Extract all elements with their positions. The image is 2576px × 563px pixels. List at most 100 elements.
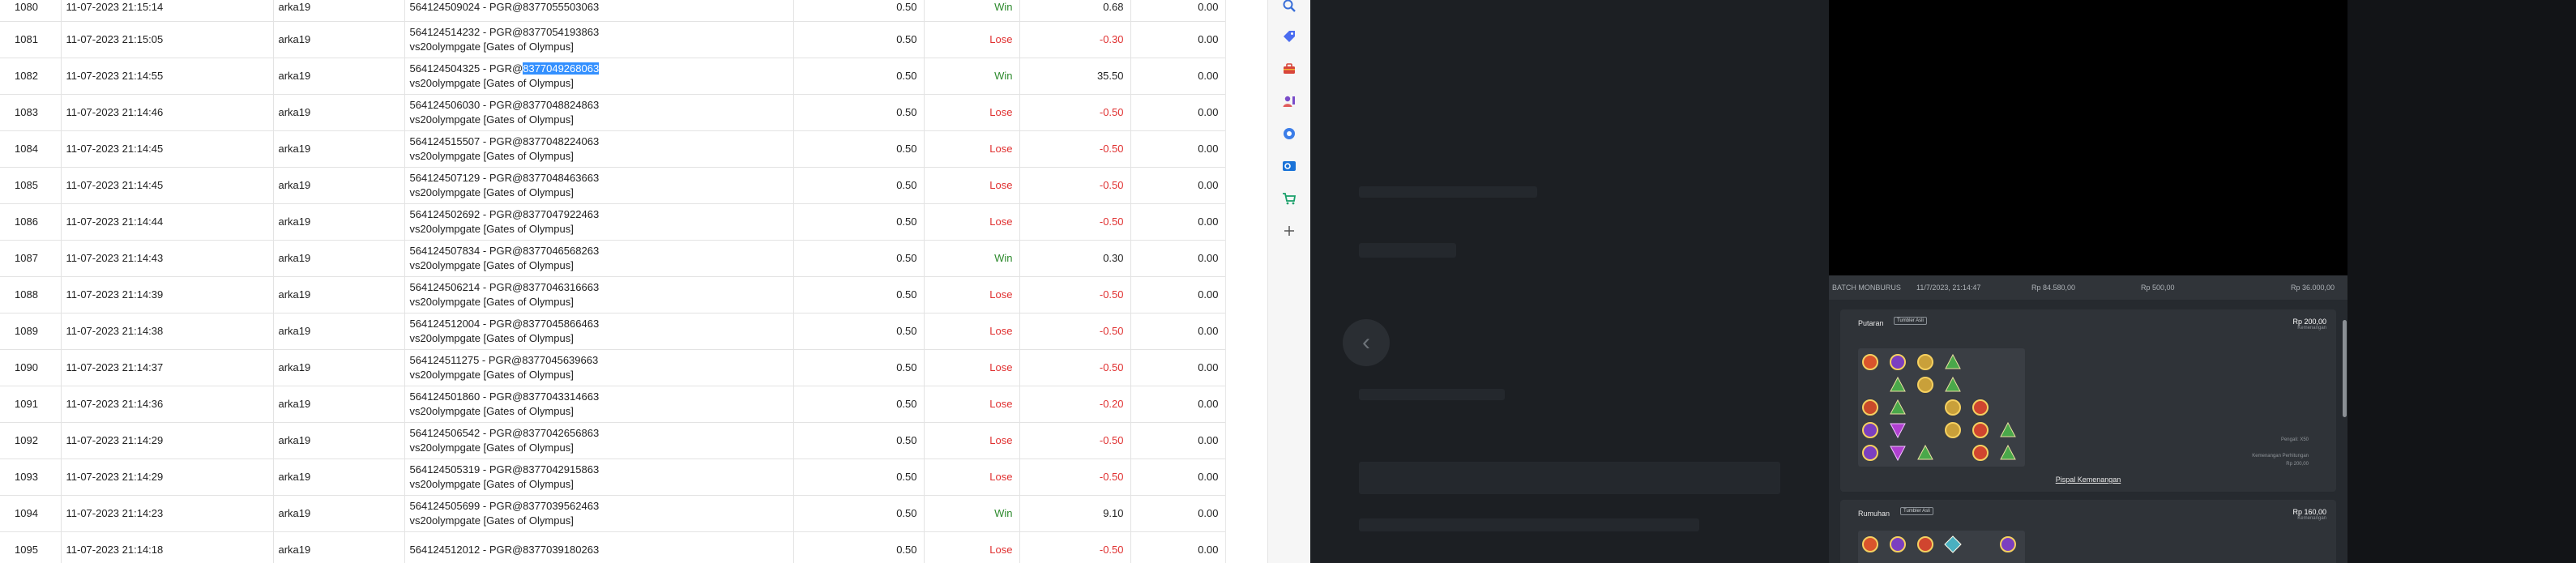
row-extra: 0.00	[1130, 459, 1225, 496]
game-name: vs20olympgate [Gates of Olympus]	[409, 186, 574, 198]
slot-symbol-icon	[1861, 421, 1879, 439]
search-icon[interactable]	[1280, 0, 1298, 15]
slot-symbol-icon	[1972, 421, 1989, 439]
row-win-amount: 0.30	[1019, 240, 1131, 277]
row-result: Lose	[924, 422, 1020, 459]
toolbox-icon[interactable]	[1280, 60, 1298, 78]
row-win-amount: -0.20	[1019, 386, 1131, 423]
row-result: Lose	[924, 349, 1020, 386]
slot-symbol-icon	[1861, 399, 1879, 416]
person-icon[interactable]	[1280, 92, 1298, 110]
row-number: 1086	[0, 203, 62, 241]
row-datetime: 11-07-2023 21:14:45	[61, 130, 274, 168]
row-bet: 0.50	[793, 349, 925, 386]
row-win-amount: -0.50	[1019, 94, 1131, 131]
row-number: 1082	[0, 58, 62, 95]
slot-symbol-icon	[1861, 353, 1879, 371]
slot-symbol-icon	[1944, 376, 1962, 394]
symbol-grid	[1858, 531, 2025, 563]
transaction-id-prefix: 564124504325 - PGR@	[409, 62, 523, 75]
gear-icon[interactable]	[1280, 125, 1298, 143]
row-number: 1080	[0, 0, 62, 22]
game-name: vs20olympgate [Gates of Olympus]	[409, 332, 574, 344]
row-extra: 0.00	[1130, 130, 1225, 168]
row-transaction: 564124506542 - PGR@8377042656863 vs20olym…	[404, 422, 794, 459]
row-datetime: 11-07-2023 21:14:39	[61, 276, 274, 313]
row-result: Lose	[924, 167, 1020, 204]
selected-text[interactable]: 8377049268063	[523, 62, 600, 75]
bet-history-table-pane: 1080 11-07-2023 21:15:14 arka19 56412450902…	[0, 0, 1225, 563]
row-username: arka19	[273, 240, 405, 277]
table-row: 1086 11-07-2023 21:14:44 arka19 56412450269…	[0, 203, 1225, 241]
game-replay-area	[1829, 0, 2347, 275]
row-result: Lose	[924, 313, 1020, 350]
slot-symbol-icon	[1944, 421, 1962, 439]
tumble-card: Rumuhan Tumbler Asli Rp 160,00 Kemenangan	[1840, 500, 2336, 563]
row-extra: 0.00	[1130, 386, 1225, 423]
tumble-card-title: Rumuhan	[1858, 510, 1890, 518]
row-number: 1081	[0, 21, 62, 58]
slot-symbol-icon	[1889, 376, 1907, 394]
game-name: vs20olympgate [Gates of Olympus]	[409, 223, 574, 235]
row-result: Lose	[924, 459, 1020, 496]
table-row: 1087 11-07-2023 21:14:43 arka19 56412450783…	[0, 240, 1225, 277]
show-winnings-link[interactable]: Pispal Kemenangan	[1840, 476, 2336, 484]
row-transaction: 564124505699 - PGR@8377039562463 vs20olym…	[404, 495, 794, 532]
transaction-id: 564124501860 - PGR@8377043314663	[409, 390, 600, 403]
row-result: Win	[924, 495, 1020, 532]
row-bet: 0.50	[793, 313, 925, 350]
table-row: 1081 11-07-2023 21:15:05 arka19 56412451423…	[0, 21, 1225, 58]
cart-icon[interactable]	[1280, 190, 1298, 207]
row-bet: 0.50	[793, 531, 925, 563]
row-datetime: 11-07-2023 21:14:43	[61, 240, 274, 277]
row-bet: 0.50	[793, 386, 925, 423]
row-datetime: 11-07-2023 21:14:37	[61, 349, 274, 386]
row-extra: 0.00	[1130, 531, 1225, 563]
row-win-amount: -0.50	[1019, 459, 1131, 496]
slot-symbol-icon	[1889, 444, 1907, 462]
row-extra: 0.00	[1130, 94, 1225, 131]
win-calc-note: Kemenangan Perhitungan	[2252, 454, 2309, 459]
table-row: 1083 11-07-2023 21:14:46 arka19 56412450603…	[0, 94, 1225, 131]
row-result: Win	[924, 0, 1020, 22]
row-win-amount: -0.50	[1019, 167, 1131, 204]
game-name: vs20olympgate [Gates of Olympus]	[409, 77, 574, 89]
game-name: vs20olympgate [Gates of Olympus]	[409, 441, 574, 454]
row-bet: 0.50	[793, 495, 925, 532]
game-name: vs20olympgate [Gates of Olympus]	[409, 259, 574, 271]
transaction-id: 564124509024 - PGR@8377055503063	[409, 1, 600, 13]
row-extra: 0.00	[1130, 495, 1225, 532]
row-username: arka19	[273, 0, 405, 22]
row-datetime: 11-07-2023 21:15:05	[61, 21, 274, 58]
transaction-id: 564124507129 - PGR@8377048463663	[409, 172, 600, 184]
row-win-amount: -0.50	[1019, 276, 1131, 313]
row-datetime: 11-07-2023 21:14:46	[61, 94, 274, 131]
row-extra: 0.00	[1130, 422, 1225, 459]
row-datetime: 11-07-2023 21:14:18	[61, 531, 274, 563]
row-datetime: 11-07-2023 21:14:29	[61, 459, 274, 496]
row-username: arka19	[273, 58, 405, 95]
slot-symbol-icon	[1861, 535, 1879, 553]
row-bet: 0.50	[793, 240, 925, 277]
plus-icon[interactable]	[1280, 222, 1298, 240]
row-username: arka19	[273, 21, 405, 58]
tag-icon[interactable]	[1280, 28, 1298, 45]
table-row: 1095 11-07-2023 21:14:18 arka19 56412451201…	[0, 531, 1225, 563]
row-bet: 0.50	[793, 130, 925, 168]
row-datetime: 11-07-2023 21:14:29	[61, 422, 274, 459]
slot-symbol-icon	[1916, 535, 1934, 553]
page-scroll-gutter	[1225, 0, 1268, 563]
back-arrow-button[interactable]: ‹	[1343, 319, 1390, 366]
row-number: 1094	[0, 495, 62, 532]
row-datetime: 11-07-2023 21:14:23	[61, 495, 274, 532]
row-win-amount: -0.50	[1019, 349, 1131, 386]
modal-scrollbar[interactable]	[2343, 320, 2347, 417]
row-transaction: 564124502692 - PGR@8377047922463 vs20olym…	[404, 203, 794, 241]
slot-symbol-icon	[1916, 444, 1934, 462]
outlook-icon[interactable]	[1280, 157, 1298, 175]
table-row: 1089 11-07-2023 21:14:38 arka19 56412451200…	[0, 313, 1225, 350]
slot-symbol-icon	[1889, 399, 1907, 416]
table-row: 1088 11-07-2023 21:14:39 arka19 56412450621…	[0, 276, 1225, 313]
game-name: vs20olympgate [Gates of Olympus]	[409, 41, 574, 53]
slot-symbol-icon	[1944, 353, 1962, 371]
